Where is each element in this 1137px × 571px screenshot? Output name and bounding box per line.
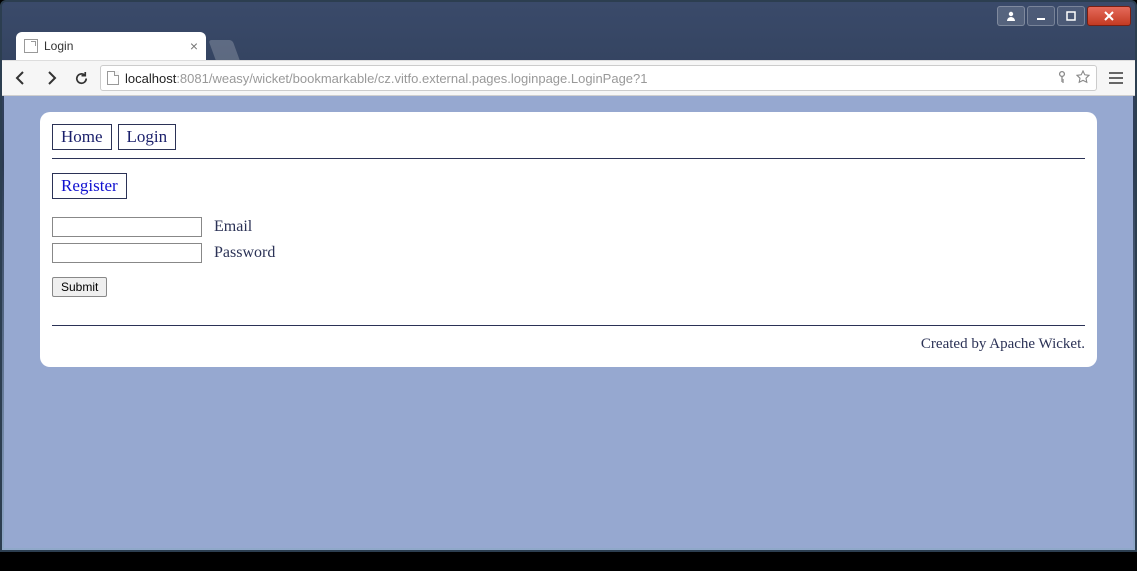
back-button[interactable] [10,67,32,89]
footer-suffix: . [1081,336,1085,352]
footer: Created by Apache Wicket. [52,332,1085,359]
site-icon [107,71,119,85]
hamburger-menu-icon[interactable] [1105,67,1127,89]
new-tab-button[interactable] [208,40,239,60]
divider [52,158,1085,159]
reload-button[interactable] [70,67,92,89]
user-icon[interactable] [997,6,1025,26]
nav-links: Home Login [52,124,1085,150]
register-link[interactable]: Register [52,173,127,199]
maximize-button[interactable] [1057,6,1085,26]
tab-close-icon[interactable]: × [190,39,198,53]
browser-window: Login × localhost:8081/weasy/wicket/book… [0,0,1137,552]
tab-title: Login [44,39,73,53]
browser-tab[interactable]: Login × [16,32,206,60]
submit-button[interactable]: Submit [52,277,107,297]
browser-toolbar: localhost:8081/weasy/wicket/bookmarkable… [2,60,1135,96]
nav-home-link[interactable]: Home [52,124,112,150]
window-titlebar [2,2,1135,30]
nav-login-link[interactable]: Login [118,124,177,150]
password-key-icon[interactable] [1056,70,1068,87]
password-label: Password [214,244,275,262]
content-card: Home Login Register Email Password Submi… [40,112,1097,367]
page-icon [24,39,38,53]
email-input[interactable] [52,217,202,237]
address-bar[interactable]: localhost:8081/weasy/wicket/bookmarkable… [100,65,1097,91]
url-path: :8081/weasy/wicket/bookmarkable/cz.vitfo… [176,71,647,86]
page-viewport: Home Login Register Email Password Submi… [4,96,1133,548]
footer-link[interactable]: Apache Wicket [989,336,1081,352]
close-button[interactable] [1087,6,1131,26]
footer-text: Created by [921,336,989,352]
minimize-button[interactable] [1027,6,1055,26]
password-input[interactable] [52,243,202,263]
email-label: Email [214,218,252,236]
forward-button[interactable] [40,67,62,89]
bookmark-star-icon[interactable] [1076,70,1090,87]
email-row: Email [52,217,1085,237]
divider [52,325,1085,326]
url-host: localhost [125,71,176,86]
tab-strip: Login × [2,30,1135,60]
password-row: Password [52,243,1085,263]
